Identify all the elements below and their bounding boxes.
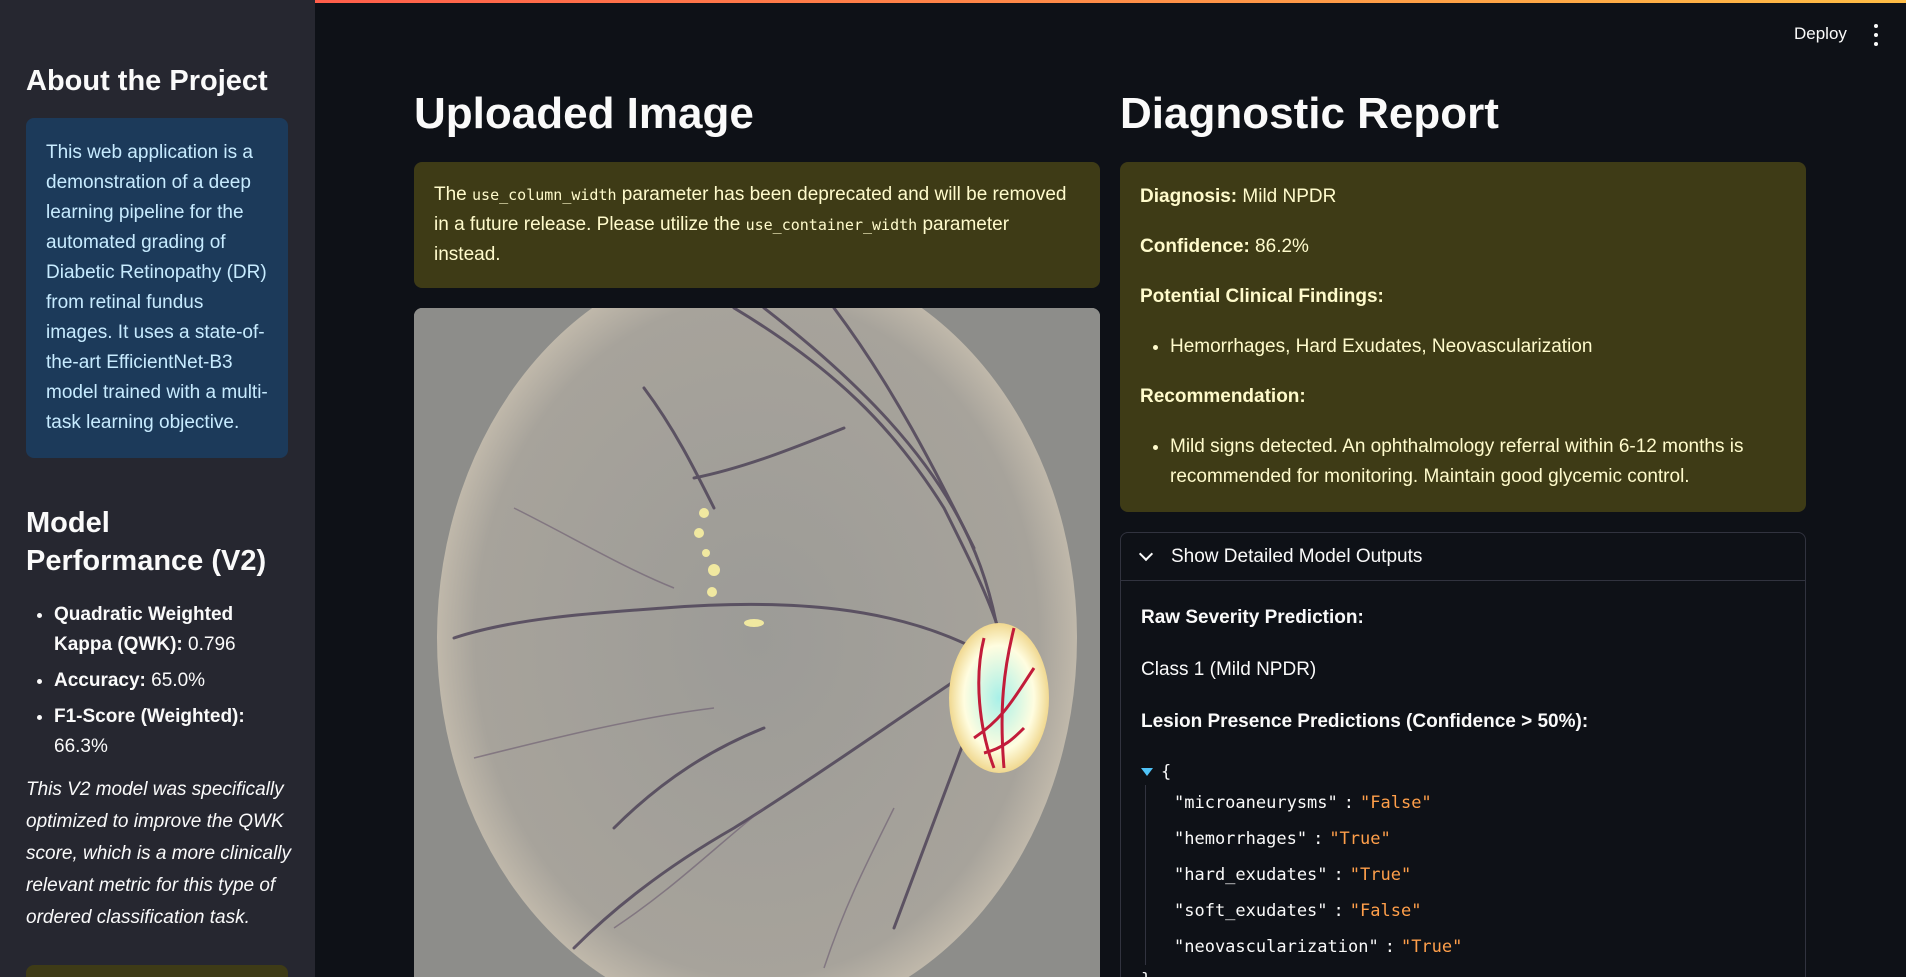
- json-key: "hemorrhages": [1174, 829, 1308, 849]
- metric-value: 65.0%: [145, 670, 206, 691]
- confidence-value: 86.2%: [1249, 236, 1309, 257]
- json-key: "soft_exudates": [1174, 901, 1328, 921]
- json-key: "microaneurysms": [1174, 793, 1338, 813]
- diagnostic-report-column: Diagnostic Report Diagnosis: Mild NPDR C…: [1120, 84, 1806, 977]
- json-close-brace: }: [1141, 965, 1785, 977]
- about-info-box: This web application is a demonstration …: [26, 118, 288, 458]
- uploaded-image-column: Uploaded Image The use_column_width para…: [414, 84, 1100, 977]
- lesion-json-viewer: { "microaneurysms": "False" "hemorrhages"…: [1141, 759, 1785, 977]
- json-open-row: {: [1141, 759, 1785, 785]
- json-value: "False": [1360, 793, 1432, 813]
- chevron-down-icon: [1138, 546, 1154, 562]
- confidence-line: Confidence: 86.2%: [1140, 232, 1786, 262]
- metric-item: F1-Score (Weighted): 66.3%: [54, 702, 289, 762]
- diagnosis-line: Diagnosis: Mild NPDR: [1140, 182, 1786, 212]
- recommendation-list: Mild signs detected. An ophthalmology re…: [1140, 432, 1786, 492]
- model-note: This V2 model was specifically optimized…: [26, 779, 292, 928]
- confidence-label: Confidence:: [1140, 236, 1250, 257]
- json-row: "soft_exudates": "False": [1174, 901, 1422, 921]
- sidebar-bottom-box: [26, 965, 288, 977]
- json-row: "neovascularization": "True": [1174, 937, 1463, 957]
- recommendation-item: Mild signs detected. An ophthalmology re…: [1170, 432, 1786, 492]
- diagnostic-report-title: Diagnostic Report: [1120, 89, 1499, 138]
- lesion-label: Lesion Presence Predictions (Confidence …: [1141, 711, 1589, 732]
- warning-code-column-width: use_column_width: [472, 186, 617, 204]
- json-value: "False": [1349, 901, 1422, 921]
- json-body: "microaneurysms": "False" "hemorrhages": "…: [1145, 785, 1785, 965]
- warning-text-pre: The: [434, 184, 473, 205]
- metric-value: 0.796: [182, 634, 236, 655]
- json-value: "True": [1349, 865, 1412, 885]
- metrics-list: Quadratic Weighted Kappa (QWK): 0.796 Ac…: [26, 600, 289, 762]
- findings-item: Hemorrhages, Hard Exudates, Neovasculari…: [1170, 332, 1786, 362]
- uploaded-image-title: Uploaded Image: [414, 89, 754, 138]
- findings-list: Hemorrhages, Hard Exudates, Neovasculari…: [1140, 332, 1786, 362]
- fundus-image: [414, 308, 1100, 977]
- recommendation-heading: Recommendation:: [1140, 386, 1306, 407]
- json-row: "hemorrhages": "True": [1174, 829, 1391, 849]
- metric-label: F1-Score (Weighted):: [54, 706, 245, 727]
- findings-heading: Potential Clinical Findings:: [1140, 286, 1384, 307]
- json-value: "True": [1400, 937, 1463, 957]
- json-row: "hard_exudates": "True": [1174, 865, 1412, 885]
- metric-value: 66.3%: [54, 736, 108, 757]
- warning-code-container-width: use_container_width: [745, 216, 918, 234]
- performance-title: Model Performance (V2): [26, 507, 267, 577]
- collapse-triangle-icon[interactable]: [1141, 768, 1153, 776]
- raw-severity-value: Class 1 (Mild NPDR): [1141, 659, 1317, 680]
- json-row: "microaneurysms": "False": [1174, 793, 1432, 813]
- deploy-button[interactable]: Deploy: [1794, 24, 1847, 44]
- metric-label: Accuracy:: [54, 670, 146, 691]
- metric-item: Accuracy: 65.0%: [54, 666, 289, 696]
- json-key: "hard_exudates": [1174, 865, 1328, 885]
- about-title: About the Project: [26, 65, 268, 97]
- sidebar: About the Project This web application i…: [0, 0, 315, 977]
- expander-header[interactable]: Show Detailed Model Outputs: [1121, 533, 1805, 581]
- diagnosis-label: Diagnosis:: [1140, 186, 1238, 207]
- deprecation-warning: The use_column_width parameter has been …: [414, 162, 1100, 288]
- raw-severity-label: Raw Severity Prediction:: [1141, 607, 1364, 628]
- kebab-menu-icon[interactable]: [1872, 24, 1880, 46]
- metric-item: Quadratic Weighted Kappa (QWK): 0.796: [54, 600, 289, 660]
- json-value: "True": [1329, 829, 1391, 849]
- model-outputs-expander: Show Detailed Model Outputs Raw Severity…: [1120, 532, 1806, 977]
- expander-body: Raw Severity Prediction: Class 1 (Mild N…: [1121, 581, 1805, 977]
- expander-label: Show Detailed Model Outputs: [1171, 545, 1423, 567]
- report-box: Diagnosis: Mild NPDR Confidence: 86.2% P…: [1120, 162, 1806, 512]
- diagnosis-value: Mild NPDR: [1237, 186, 1337, 207]
- json-open-brace: {: [1161, 762, 1172, 782]
- json-key: "neovascularization": [1174, 937, 1379, 957]
- fundus-image-svg: [414, 308, 1100, 977]
